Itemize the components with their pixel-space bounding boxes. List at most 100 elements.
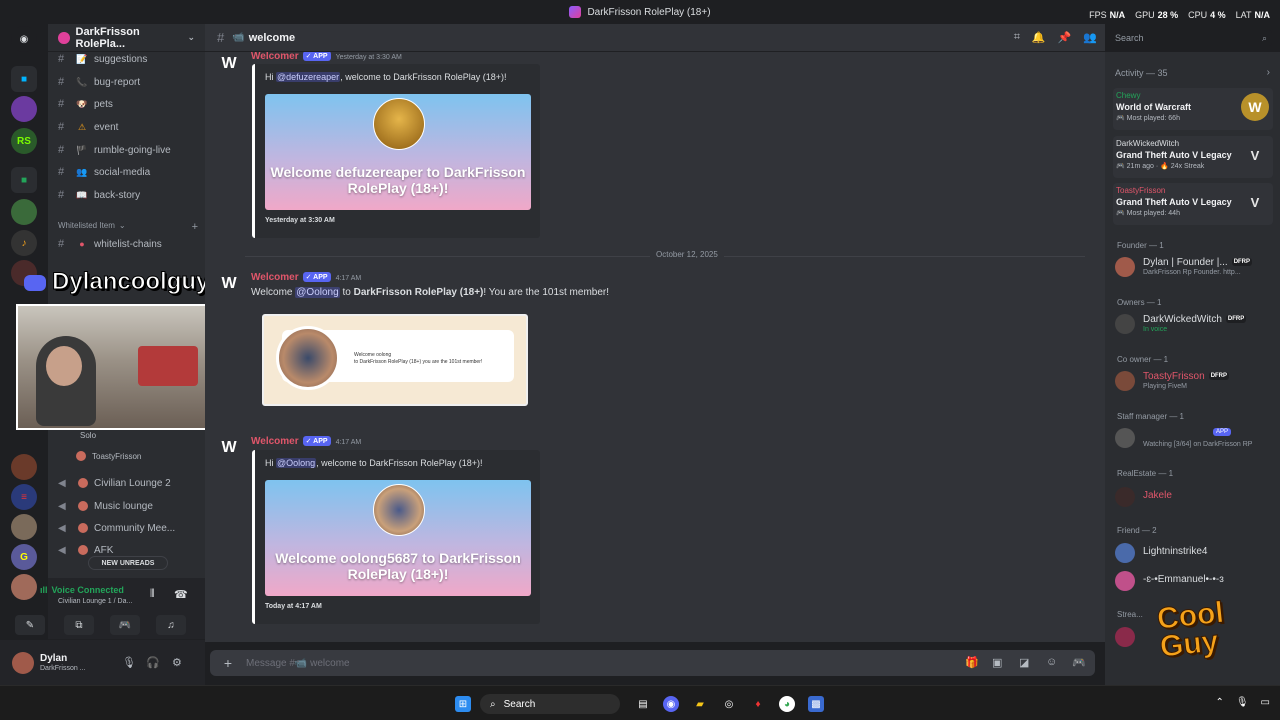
server-icon[interactable]: ♪ bbox=[11, 230, 37, 256]
welcome-banner-image[interactable]: Welcome defuzereaper to DarkFrisson Role… bbox=[265, 94, 531, 210]
server-icon[interactable] bbox=[11, 199, 37, 225]
message-author[interactable]: Welcomer ✓ APP 4:17 AM bbox=[251, 436, 361, 447]
members-icon[interactable]: 👥 bbox=[1083, 31, 1097, 44]
pin-icon[interactable]: 📌 bbox=[1058, 31, 1072, 44]
message-author[interactable]: Welcomer ✓ APP 4:17 AM bbox=[251, 272, 361, 283]
member-item[interactable]: Dylan | Founder |... DFRP DarkFrisson Rp … bbox=[1115, 254, 1275, 280]
threads-icon[interactable]: ⌗ bbox=[1014, 31, 1020, 44]
server-icon[interactable]: ■ bbox=[11, 167, 37, 193]
gif-icon[interactable]: ▣ bbox=[992, 656, 1002, 669]
obs-icon[interactable]: ◎ bbox=[721, 696, 737, 712]
gift-icon[interactable]: 🎁 bbox=[965, 656, 979, 669]
channel-item[interactable]: # ⚠ event bbox=[58, 118, 198, 136]
app-icon[interactable]: ▩ bbox=[808, 696, 824, 712]
channel-item[interactable]: # 📝 suggestions bbox=[58, 50, 198, 68]
user-mention[interactable]: @Oolong bbox=[276, 458, 317, 468]
chevron-up-icon[interactable]: ⌃ bbox=[1215, 697, 1223, 708]
welcomer-avatar[interactable]: W bbox=[219, 438, 239, 458]
gear-icon[interactable]: ⚙ bbox=[172, 656, 182, 669]
server-icon[interactable]: ■ bbox=[11, 66, 37, 92]
welcome-card-image[interactable]: Welcome oolong to DarkFrisson RolePlay (1… bbox=[262, 314, 528, 406]
chrome-icon[interactable]: ◕ bbox=[779, 696, 795, 712]
server-icon[interactable]: RS bbox=[11, 128, 37, 154]
apps-icon[interactable]: 🎮 bbox=[1072, 656, 1086, 669]
activity-card[interactable]: ToastyFrisson Grand Theft Auto V Legacy … bbox=[1113, 183, 1273, 225]
soundboard-button[interactable]: ♫ bbox=[156, 615, 186, 635]
server-icon[interactable] bbox=[11, 514, 37, 540]
network-icon[interactable]: ▭ bbox=[1261, 697, 1270, 708]
member-item[interactable]: -ɛ-•Emmanuel•-•-ɜ bbox=[1115, 568, 1275, 594]
activity-card[interactable]: Chewy World of Warcraft 🎮 Most played: 6… bbox=[1113, 88, 1273, 130]
activity-user: Chewy bbox=[1116, 91, 1141, 100]
channel-item[interactable]: # ● whitelist-chains bbox=[58, 235, 198, 253]
user-mention[interactable]: @defuzereaper bbox=[276, 72, 341, 82]
server-icon[interactable] bbox=[11, 454, 37, 480]
lat-label: LAT bbox=[1235, 10, 1252, 20]
activity-detail: 🎮 Most played: 66h bbox=[1116, 115, 1180, 122]
taskbar-search[interactable]: ⌕ Search bbox=[480, 694, 620, 714]
headphones-icon[interactable]: 🎧 bbox=[146, 656, 160, 669]
user-mention[interactable]: @Oolong bbox=[295, 287, 340, 298]
chevron-right-icon[interactable]: › bbox=[1267, 67, 1270, 78]
server-icon[interactable] bbox=[11, 574, 37, 600]
message-author[interactable]: Welcomer ✓ APP Yesterday at 3:30 AM bbox=[251, 52, 402, 62]
member-item[interactable]: ToastyFrisson DFRP Playing FiveM bbox=[1115, 368, 1275, 394]
start-icon[interactable]: ⊞ bbox=[455, 696, 471, 712]
user-avatar[interactable] bbox=[12, 652, 34, 674]
voice-channel[interactable]: ◀ Civilian Lounge 2 bbox=[58, 474, 198, 492]
voice-channel-name: Community Mee... bbox=[94, 522, 176, 534]
app-badge: ✓ APP bbox=[302, 272, 331, 282]
voice-member-toasty[interactable]: ToastyFrisson bbox=[58, 447, 198, 465]
noise-suppression-icon[interactable]: ⫴ bbox=[150, 588, 155, 601]
sticker-icon[interactable]: ◪ bbox=[1019, 656, 1029, 669]
server-header[interactable]: DarkFrisson RolePla... ⌄ bbox=[48, 24, 205, 52]
welcomer-avatar[interactable]: W bbox=[219, 54, 239, 74]
search-placeholder: Search bbox=[1115, 33, 1144, 43]
channel-item[interactable]: # 🏴 rumble-going-live bbox=[58, 141, 198, 159]
channel-item[interactable]: # 🐶 pets bbox=[58, 95, 198, 113]
channel-item[interactable]: # 👥 social-media bbox=[58, 163, 198, 181]
fps-value: N/A bbox=[1109, 10, 1126, 20]
chain-emoji-icon: ● bbox=[79, 239, 85, 249]
message-composer[interactable]: + Message #📹 welcome 🎁 ▣ ◪ ☺ 🎮 bbox=[210, 650, 1095, 676]
voice-channel[interactable]: ◀ Community Mee... bbox=[58, 519, 198, 537]
member-item[interactable]: DarkWickedWitch DFRP In voice bbox=[1115, 311, 1275, 337]
activities-button[interactable]: 🎮 bbox=[110, 615, 140, 635]
search-input[interactable]: Search ⌕ bbox=[1110, 30, 1272, 46]
channel-category[interactable]: Whitelisted Item ⌄ + bbox=[58, 221, 198, 233]
member-item[interactable]: Lightninstrike4 bbox=[1115, 540, 1275, 566]
server-icon[interactable] bbox=[11, 96, 37, 122]
voice-channel[interactable]: ◀ Music lounge bbox=[58, 497, 198, 515]
hash-icon: # bbox=[58, 166, 65, 178]
file-explorer-icon[interactable]: ▰ bbox=[692, 696, 708, 712]
avatar-image bbox=[276, 326, 340, 390]
add-attachment-icon[interactable]: + bbox=[210, 655, 246, 671]
channel-emoji bbox=[78, 523, 88, 533]
streamlabs-icon[interactable]: ♦ bbox=[750, 696, 766, 712]
microphone-icon[interactable]: 🎙 bbox=[122, 656, 136, 669]
screen-share-button[interactable]: ⧉ bbox=[64, 615, 94, 635]
voice-channel-name: AFK bbox=[94, 544, 114, 556]
discord-taskbar-icon[interactable]: ◉ bbox=[663, 696, 679, 712]
bell-icon[interactable]: 🔔 bbox=[1032, 31, 1046, 44]
category-name: Whitelisted Item bbox=[58, 221, 115, 230]
new-unreads-button[interactable]: NEW UNREADS bbox=[88, 556, 168, 570]
member-item[interactable]: Jakele bbox=[1115, 484, 1275, 510]
server-icon[interactable]: G bbox=[11, 544, 37, 570]
emoji-icon[interactable]: ☺ bbox=[1046, 656, 1057, 668]
welcomer-avatar[interactable]: W bbox=[219, 274, 239, 294]
disconnect-icon[interactable]: ☎ bbox=[174, 588, 188, 601]
member-item[interactable]: APP Watching [3/64] on DarkFrisson RP bbox=[1115, 425, 1275, 451]
task-view-icon[interactable]: ▤ bbox=[635, 696, 651, 712]
channel-item[interactable]: # 📖 back-story bbox=[58, 186, 198, 204]
game-logo-icon: V bbox=[1250, 147, 1260, 163]
discord-home-icon[interactable]: ◉ bbox=[11, 26, 37, 52]
video-off-button[interactable]: ✎ bbox=[15, 615, 45, 635]
activity-card[interactable]: DarkWickedWitch Grand Theft Auto V Legac… bbox=[1113, 136, 1273, 178]
microphone-icon[interactable]: 🎙 bbox=[1236, 697, 1249, 708]
welcome-banner-image[interactable]: Welcome oolong5687 to DarkFrisson RolePl… bbox=[265, 480, 531, 596]
flag-server-icon[interactable]: ≡ bbox=[11, 484, 37, 510]
channel-emoji: 🏴 bbox=[76, 144, 88, 155]
channel-item[interactable]: # 📞 bug-report bbox=[58, 73, 198, 91]
add-channel-icon[interactable]: + bbox=[192, 221, 198, 233]
